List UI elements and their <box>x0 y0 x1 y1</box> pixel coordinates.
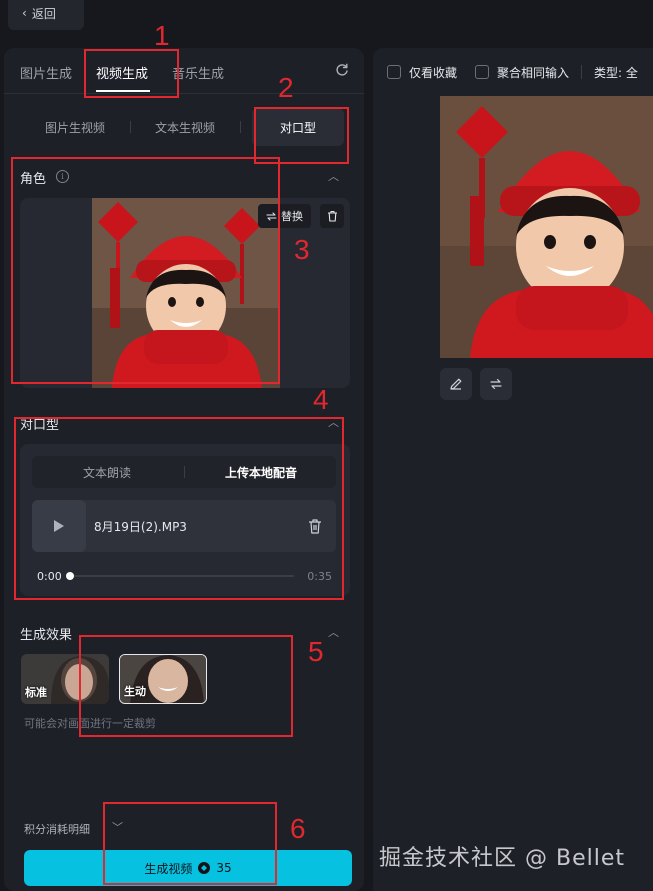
favorites-only-label[interactable]: 仅看收藏 <box>409 64 457 81</box>
back-button[interactable]: ‹ 返回 <box>8 0 84 30</box>
aggregate-checkbox[interactable] <box>475 65 490 79</box>
watermark: 掘金技术社区 @ Bellet <box>379 846 626 871</box>
annotation-box-4 <box>14 417 344 600</box>
annotation-number-1: 1 <box>154 20 170 51</box>
pencil-icon <box>450 378 462 390</box>
mode-image-to-video[interactable]: 图片生视频 <box>20 108 130 146</box>
results-panel: 仅看收藏 聚合相同输入 类型: 全 <box>373 48 653 891</box>
results-filters: 仅看收藏 聚合相同输入 类型: 全 <box>387 62 638 82</box>
annotation-box-1 <box>84 49 179 98</box>
annotation-box-2 <box>254 107 349 164</box>
app-root: ‹ 返回 图片生成 视频生成 音乐生成 图片生视频 文本生视频 对口型 角色 i… <box>0 0 653 891</box>
filter-divider <box>581 65 583 79</box>
chevron-left-icon: ‹ <box>22 6 27 20</box>
annotation-box-3 <box>11 157 280 384</box>
cost-details-toggle[interactable]: 积分消耗明细 <box>24 821 90 837</box>
mode-text-to-video[interactable]: 文本生视频 <box>130 108 240 146</box>
annotation-number-5: 5 <box>308 636 324 667</box>
generation-tabs: 图片生成 视频生成 音乐生成 <box>4 48 364 94</box>
tab-music-generation[interactable]: 音乐生成 <box>172 63 224 82</box>
chevron-up-icon[interactable]: ︿ <box>328 168 339 184</box>
type-filter[interactable]: 类型: 全 <box>594 64 638 81</box>
back-label: 返回 <box>31 6 56 21</box>
swap-icon <box>490 378 502 390</box>
delete-role-button[interactable] <box>320 204 344 228</box>
trash-icon <box>327 210 337 222</box>
result-preview-image[interactable] <box>440 96 653 358</box>
annotation-number-2: 2 <box>278 72 294 103</box>
replace-label: 替换 <box>281 210 303 223</box>
aggregate-label[interactable]: 聚合相同输入 <box>497 64 569 81</box>
favorites-only-checkbox[interactable] <box>387 65 401 79</box>
effect-section-title: 生成效果 <box>20 628 73 643</box>
edit-button[interactable] <box>440 368 472 400</box>
mode-divider <box>240 121 241 133</box>
effect-label-standard: 标准 <box>25 686 47 699</box>
annotation-box-6 <box>103 802 277 885</box>
annotation-number-3: 3 <box>294 234 310 265</box>
refresh-icon[interactable] <box>334 62 350 78</box>
chevron-up-icon[interactable]: ︿ <box>328 624 339 640</box>
annotation-number-6: 6 <box>290 813 306 844</box>
annotation-box-5 <box>79 635 293 737</box>
regenerate-button[interactable] <box>480 368 512 400</box>
tab-image-generation[interactable]: 图片生成 <box>20 63 72 82</box>
annotation-number-4: 4 <box>313 384 329 415</box>
